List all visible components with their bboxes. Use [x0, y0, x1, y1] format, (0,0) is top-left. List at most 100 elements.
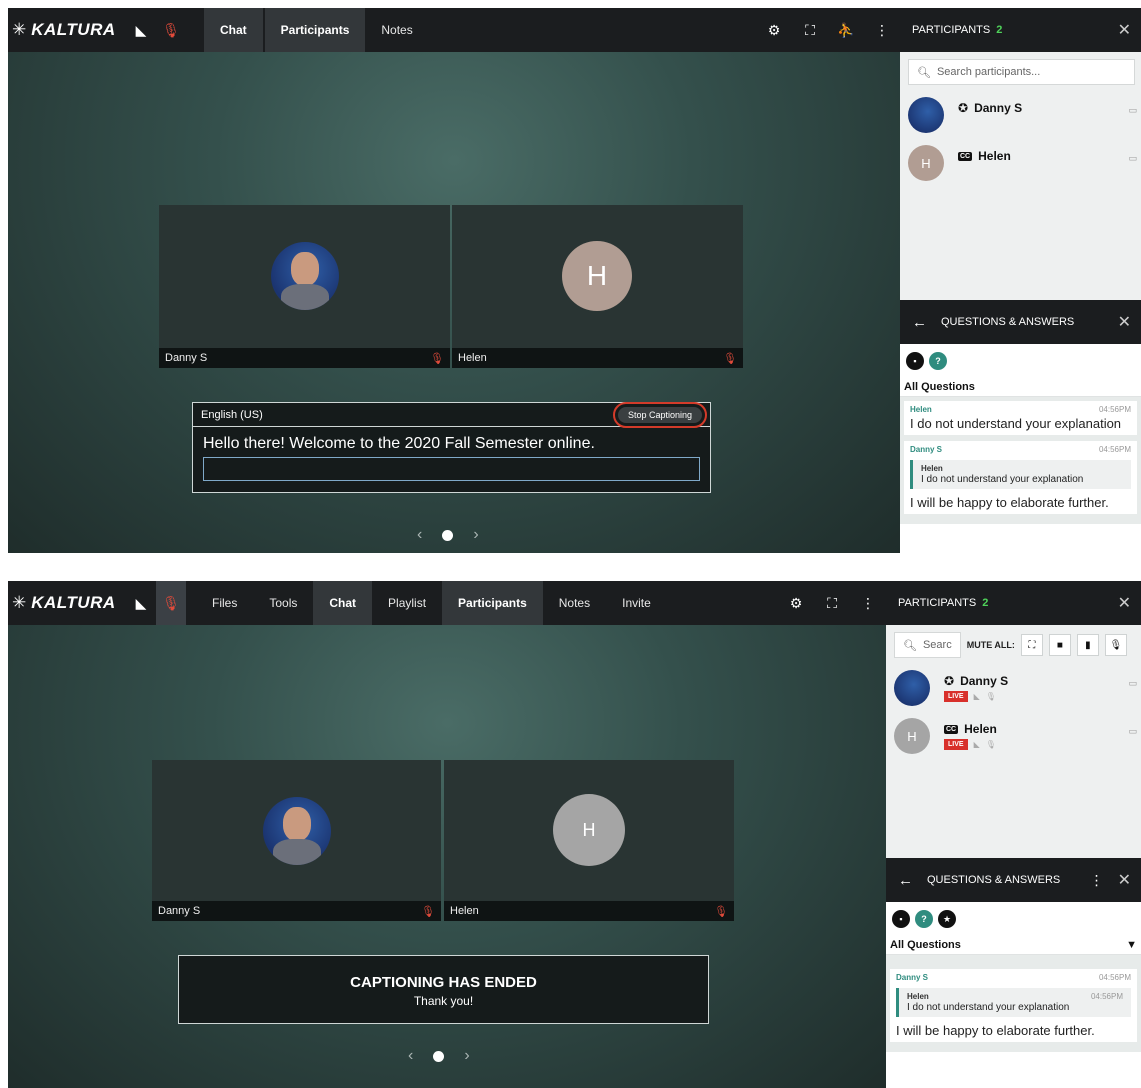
qa-author: Helen	[910, 405, 932, 414]
qa-quote-author: Helen	[907, 992, 929, 1001]
fullscreen-button[interactable]: ⛶	[792, 8, 828, 52]
participant-name-label: Danny S	[974, 101, 1023, 115]
tile-name-bar: Danny S 🎙︎	[152, 901, 441, 921]
mic-off-icon[interactable]: 🎙︎	[986, 740, 996, 749]
close-icon[interactable]: ✕	[1118, 20, 1131, 40]
mute-all-video-button[interactable]: ■	[1048, 634, 1071, 656]
search-icon: 🔍︎	[917, 66, 931, 79]
tab-tools[interactable]: Tools	[253, 581, 313, 625]
participants-header: PARTICIPANTS 2 ✕	[900, 8, 1141, 52]
chevron-left-icon[interactable]: ‹	[408, 1047, 413, 1065]
tile-name-bar: Danny S 🎙︎	[159, 348, 450, 368]
close-icon[interactable]: ✕	[1118, 870, 1131, 890]
question-icon[interactable]: ?	[929, 352, 947, 370]
video-stage: ✳ KALTURA ◣ 🎙︎ Files Tools Chat Playlist…	[8, 581, 886, 1088]
participant-name: CC Helen	[958, 149, 1011, 163]
moderator-star-icon: ✪	[958, 101, 969, 115]
mic-off-icon[interactable]: 🎙︎	[986, 692, 996, 701]
helen-avatar: H	[553, 794, 625, 866]
tab-playlist[interactable]: Playlist	[372, 581, 442, 625]
mic-off-icon: 🎙︎	[162, 594, 180, 611]
chat-bubble-icon[interactable]: ▪	[906, 352, 924, 370]
filter-icon[interactable]: ▼	[1126, 939, 1137, 951]
close-icon[interactable]: ✕	[1118, 593, 1131, 613]
back-arrow-icon[interactable]: ←	[898, 872, 913, 889]
participant-name-label: Helen	[964, 722, 997, 736]
kebab-icon: ⋮	[875, 21, 889, 38]
caption-header: English (US) Stop Captioning	[193, 401, 710, 428]
more-menu-button[interactable]: ⋮	[850, 581, 886, 625]
mute-all-mic-button[interactable]: 🎙︎	[1104, 634, 1127, 656]
microphone-button[interactable]: 🎙︎	[156, 8, 186, 52]
kebab-icon[interactable]: ⋮	[1090, 872, 1104, 889]
chat-bubble-icon[interactable]: ▪	[892, 910, 910, 928]
chevron-right-icon[interactable]: ›	[473, 526, 478, 544]
participant-row[interactable]: H CC Helen LIVE ◣ 🎙︎ ▭	[886, 712, 1141, 760]
participant-row[interactable]: ✪ Danny S LIVE ◣ 🎙︎ ▭	[886, 664, 1141, 712]
search-input[interactable]: 🔍︎ Searc	[894, 632, 961, 658]
tab-participants[interactable]: Participants	[442, 581, 543, 625]
qa-quote-author: Helen	[921, 464, 943, 473]
mute-all-camera-button[interactable]: ▮	[1076, 634, 1099, 656]
qa-card[interactable]: Danny S 04:56PM Helen I do not understan…	[904, 441, 1137, 514]
top-toolbar: ✳ KALTURA ◣ 🎙︎ Chat Participants Notes ⚙…	[8, 8, 900, 52]
search-input[interactable]: 🔍︎ Search participants...	[908, 59, 1135, 85]
back-arrow-icon[interactable]: ←	[912, 314, 927, 331]
live-badge: LIVE	[944, 691, 968, 702]
screenshot-captioning-active: ✳ KALTURA ◣ 🎙︎ Chat Participants Notes ⚙…	[8, 8, 1141, 553]
qa-quoted-question: Helen 04:56PM I do not understand your e…	[896, 988, 1131, 1017]
mute-all-screen-button[interactable]: ⛶	[1020, 634, 1043, 656]
qa-panel: ← QUESTIONS & ANSWERS ⋮ ✕ ▪ ? ★ All Ques…	[886, 858, 1141, 1088]
close-icon[interactable]: ✕	[1118, 312, 1131, 332]
video-tile-helen[interactable]: H Helen 🎙︎	[444, 760, 734, 921]
more-menu-button[interactable]: ⋮	[864, 8, 900, 52]
microphone-button[interactable]: 🎙︎	[156, 581, 186, 625]
tab-invite[interactable]: Invite	[606, 581, 667, 625]
camera-off-icon[interactable]: ◣	[974, 740, 980, 749]
tab-notes[interactable]: Notes	[543, 581, 606, 625]
stop-captioning-button[interactable]: Stop Captioning	[612, 401, 708, 428]
video-tile-danny[interactable]: Danny S 🎙︎	[152, 760, 441, 921]
live-badge: LIVE	[944, 739, 968, 750]
qa-meta: Danny S 04:56PM	[910, 445, 1131, 454]
camera-off-button[interactable]: ◣	[126, 8, 156, 52]
kaltura-logo: ✳ KALTURA	[8, 581, 126, 625]
star-icon[interactable]: ★	[938, 910, 956, 928]
avatar: H	[894, 718, 930, 754]
tab-files[interactable]: Files	[196, 581, 253, 625]
pager: ‹ ›	[408, 1047, 470, 1065]
raise-hand-button[interactable]: ⛹	[828, 8, 864, 52]
settings-button[interactable]: ⚙	[778, 581, 814, 625]
tab-notes[interactable]: Notes	[365, 8, 428, 52]
video-tile-danny[interactable]: Danny S 🎙︎	[159, 205, 450, 368]
mic-off-icon: 🎙︎	[430, 352, 444, 365]
qa-section-title: All Questions ▼	[886, 936, 1141, 955]
question-icon[interactable]: ?	[915, 910, 933, 928]
fullscreen-button[interactable]: ⛶	[814, 581, 850, 625]
qa-quote-time: 04:56PM	[1090, 992, 1123, 1001]
video-tile-helen[interactable]: H Helen 🎙︎	[452, 205, 743, 368]
qa-card[interactable]: Helen 04:56PM I do not understand your e…	[904, 401, 1137, 435]
participant-status-row: LIVE ◣ 🎙︎	[944, 739, 997, 750]
kaltura-sun-icon: ✳	[12, 593, 27, 612]
participant-name: CC Helen	[944, 722, 997, 736]
qa-card[interactable]: Danny S 04:56PM Helen 04:56PM I do not u…	[890, 969, 1137, 1042]
camera-off-button[interactable]: ◣	[126, 581, 156, 625]
participant-row[interactable]: H CC Helen ▭	[900, 139, 1141, 187]
settings-button[interactable]: ⚙	[756, 8, 792, 52]
page-dot[interactable]	[442, 529, 454, 541]
mic-off-icon: 🎙︎	[421, 905, 435, 918]
tab-chat[interactable]: Chat	[313, 581, 373, 625]
participant-name: ✪ Danny S	[944, 674, 1008, 688]
qa-author: Danny S	[896, 973, 929, 982]
qa-header: ← QUESTIONS & ANSWERS ⋮ ✕	[886, 858, 1141, 902]
camera-off-icon[interactable]: ◣	[974, 692, 980, 701]
page-dot[interactable]	[433, 1050, 445, 1062]
tab-participants[interactable]: Participants	[264, 8, 366, 52]
participant-row[interactable]: ✪ Danny S ▭	[900, 91, 1141, 139]
chevron-right-icon[interactable]: ›	[464, 1047, 469, 1065]
caption-input[interactable]	[203, 457, 700, 481]
tab-chat[interactable]: Chat	[204, 8, 263, 52]
chevron-left-icon[interactable]: ‹	[417, 526, 422, 544]
